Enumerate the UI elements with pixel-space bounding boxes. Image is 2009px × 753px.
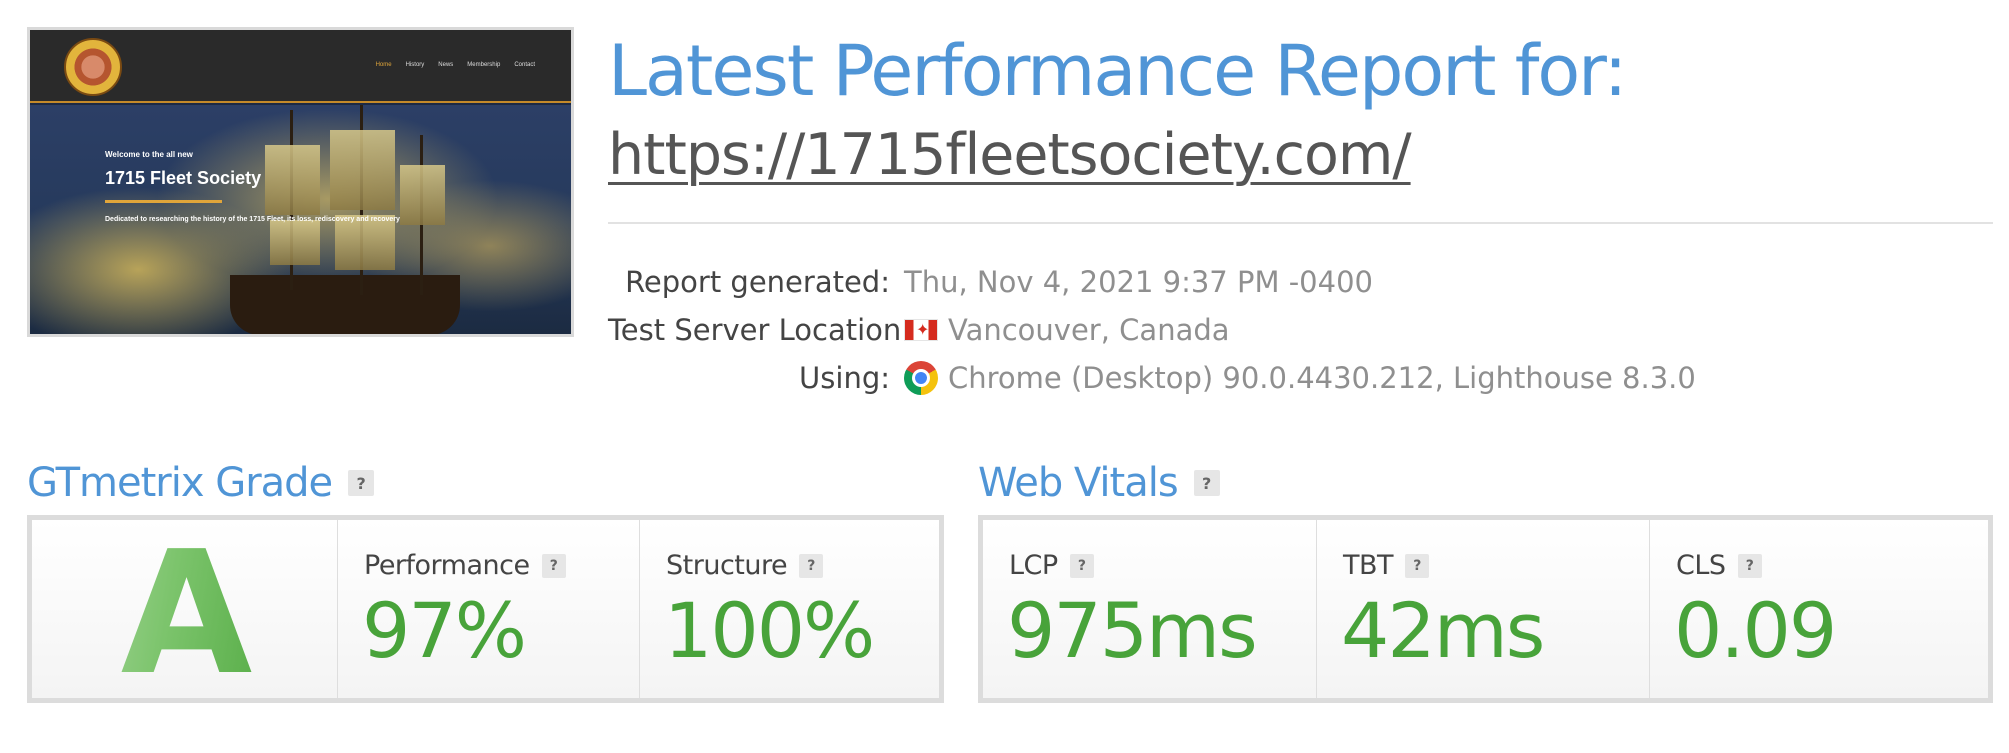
section-title: GTmetrix Grade — [27, 460, 333, 506]
help-icon[interactable]: ? — [799, 553, 824, 578]
thumbnail-menu-item: History — [405, 62, 425, 68]
meta-label: Using: — [799, 361, 890, 395]
report-title: Latest Performance Report for: — [608, 30, 1627, 112]
thumbnail-navbar: Home History News Membership Contact — [30, 30, 571, 103]
web-vitals-panel: LCP ? 975ms TBT ? 42ms CLS ? 0.09 — [978, 515, 1993, 703]
thumbnail-menu: Home History News Membership Contact — [376, 62, 535, 68]
metric-label: Performance ? — [364, 550, 566, 581]
thumbnail-tagline: Dedicated to researching the history of … — [105, 216, 400, 223]
thumbnail-divider — [105, 200, 222, 203]
report-date: Thu, Nov 4, 2021 9:37 PM -0400 — [904, 265, 1373, 299]
meta-value: Chrome (Desktop) 90.0.4430.212, Lighthou… — [904, 361, 1696, 395]
help-icon[interactable]: ? — [1193, 470, 1220, 496]
thumbnail-menu-item: Home — [375, 62, 392, 68]
metric-label: TBT ? — [1343, 550, 1430, 581]
meta-value: Thu, Nov 4, 2021 9:37 PM -0400 — [904, 265, 1373, 299]
report-meta: Report generated: Thu, Nov 4, 2021 9:37 … — [608, 258, 1708, 402]
help-icon[interactable]: ? — [1069, 553, 1094, 578]
thumbnail-site-title: 1715 Fleet Society — [105, 168, 262, 188]
help-icon[interactable]: ? — [1405, 553, 1430, 578]
ship-hull-shape — [230, 275, 460, 334]
thumbnail-menu-item: News — [438, 62, 454, 68]
section-title: Web Vitals — [978, 460, 1179, 506]
report-url-link[interactable]: https://1715fleetsociety.com/ — [608, 122, 1412, 188]
ship-sail-shape — [400, 165, 445, 225]
meta-row-using: Using: Chrome (Desktop) 90.0.4430.212, L… — [608, 354, 1708, 402]
meta-row-generated: Report generated: Thu, Nov 4, 2021 9:37 … — [608, 258, 1708, 306]
help-icon[interactable]: ? — [348, 470, 375, 496]
site-logo-icon — [64, 38, 122, 96]
tbt-label: TBT — [1343, 550, 1394, 581]
lcp-label: LCP — [1009, 550, 1058, 581]
performance-score: 97% — [362, 586, 527, 675]
lcp-cell: LCP ? 975ms — [983, 520, 1317, 698]
metric-label: CLS ? — [1676, 550, 1762, 581]
chrome-icon — [904, 361, 938, 395]
ship-sail-shape — [270, 220, 320, 265]
thumbnail-welcome-text: Welcome to the all new — [105, 150, 193, 159]
thumbnail-menu-item: Membership — [467, 62, 501, 68]
meta-value: Vancouver, Canada — [904, 313, 1230, 347]
ship-sail-shape — [335, 215, 395, 270]
cls-label: CLS — [1676, 550, 1726, 581]
structure-score: 100% — [664, 586, 875, 675]
help-icon[interactable]: ? — [1737, 553, 1762, 578]
browser-info: Chrome (Desktop) 90.0.4430.212, Lighthou… — [948, 361, 1696, 395]
gtmetrix-grade-panel: A Performance ? 97% Structure ? 100% — [27, 515, 944, 708]
metric-label: LCP ? — [1009, 550, 1094, 581]
test-location: Vancouver, Canada — [948, 313, 1230, 347]
structure-cell: Structure ? 100% — [640, 520, 939, 698]
performance-cell: Performance ? 97% — [338, 520, 640, 698]
ship-sail-shape — [330, 130, 395, 210]
meta-label: Test Server Location: — [608, 313, 912, 347]
tbt-value: 42ms — [1341, 586, 1545, 675]
metric-label: Structure ? — [666, 550, 824, 581]
help-icon[interactable]: ? — [541, 553, 566, 578]
ship-sail-shape — [265, 145, 320, 215]
thumbnail-menu-item: Contact — [514, 62, 535, 68]
tbt-cell: TBT ? 42ms — [1317, 520, 1650, 698]
cls-cell: CLS ? 0.09 — [1650, 520, 1988, 698]
structure-label: Structure — [666, 550, 788, 581]
site-screenshot-thumbnail[interactable]: Home History News Membership Contact Wel… — [27, 27, 574, 337]
web-vitals-heading: Web Vitals ? — [978, 460, 1220, 506]
grade-cell: A — [32, 520, 338, 708]
canada-flag-icon — [904, 319, 938, 341]
meta-row-location: Test Server Location: Vancouver, Canada — [608, 306, 1708, 354]
performance-label: Performance — [364, 550, 530, 581]
gtmetrix-grade-heading: GTmetrix Grade ? — [27, 460, 375, 506]
lcp-value: 975ms — [1007, 586, 1258, 675]
cls-value: 0.09 — [1674, 586, 1837, 675]
header-divider — [608, 222, 1993, 224]
grade-letter: A — [32, 520, 337, 708]
meta-label: Report generated: — [625, 265, 890, 299]
